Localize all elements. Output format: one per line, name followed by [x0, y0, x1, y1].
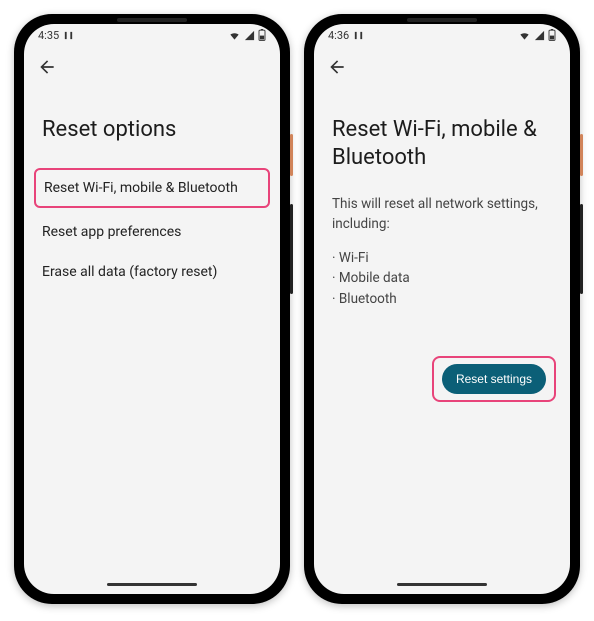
screen-left: 4:35 Reset opt — [24, 24, 280, 594]
app-bar — [24, 46, 280, 88]
phone-frame-right: 4:36 Reset Wi- — [304, 14, 580, 604]
signal-icon — [534, 30, 545, 41]
back-button[interactable] — [326, 56, 348, 78]
bullet-mobile-data: Mobile data — [332, 268, 552, 288]
arrow-back-icon — [327, 57, 347, 77]
back-button[interactable] — [36, 56, 58, 78]
power-button — [290, 134, 293, 176]
page-title: Reset Wi-Fi, mobile & Bluetooth — [332, 116, 552, 171]
battery-icon — [548, 29, 556, 41]
volume-button — [290, 204, 293, 294]
phone-frame-left: 4:35 Reset opt — [14, 14, 290, 604]
bullet-bluetooth: Bluetooth — [332, 289, 552, 309]
volume-button — [580, 204, 583, 294]
wifi-icon — [228, 30, 241, 41]
nav-handle[interactable] — [107, 583, 197, 586]
status-bar: 4:35 — [24, 24, 280, 46]
option-label: Reset Wi-Fi, mobile & Bluetooth — [44, 180, 238, 196]
bullet-wifi: Wi-Fi — [332, 248, 552, 268]
bullet-list: Wi-Fi Mobile data Bluetooth — [332, 248, 552, 309]
option-label: Reset app preferences — [42, 224, 181, 240]
status-time: 4:36 — [328, 29, 349, 42]
wifi-icon — [518, 30, 531, 41]
option-erase-all-data[interactable]: Erase all data (factory reset) — [42, 252, 262, 292]
power-button — [580, 134, 583, 176]
option-label: Erase all data (factory reset) — [42, 264, 217, 280]
battery-icon — [258, 29, 266, 41]
page-title: Reset options — [42, 116, 262, 144]
reset-settings-button[interactable]: Reset settings — [442, 364, 546, 394]
nfc-icon — [353, 30, 364, 41]
nav-handle[interactable] — [397, 583, 487, 586]
signal-icon — [244, 30, 255, 41]
status-bar: 4:36 — [314, 24, 570, 46]
content-area: Reset Wi-Fi, mobile & Bluetooth This wil… — [314, 88, 570, 594]
highlight-box: Reset settings — [432, 356, 556, 402]
app-bar — [314, 46, 570, 88]
description-text: This will reset all network settings, in… — [332, 195, 552, 234]
option-reset-network[interactable]: Reset Wi-Fi, mobile & Bluetooth — [34, 168, 270, 208]
screen-right: 4:36 Reset Wi- — [314, 24, 570, 594]
nfc-icon — [63, 30, 74, 41]
arrow-back-icon — [37, 57, 57, 77]
content-area: Reset options Reset Wi-Fi, mobile & Blue… — [24, 88, 280, 594]
option-reset-app-prefs[interactable]: Reset app preferences — [42, 212, 262, 252]
status-time: 4:35 — [38, 29, 59, 42]
